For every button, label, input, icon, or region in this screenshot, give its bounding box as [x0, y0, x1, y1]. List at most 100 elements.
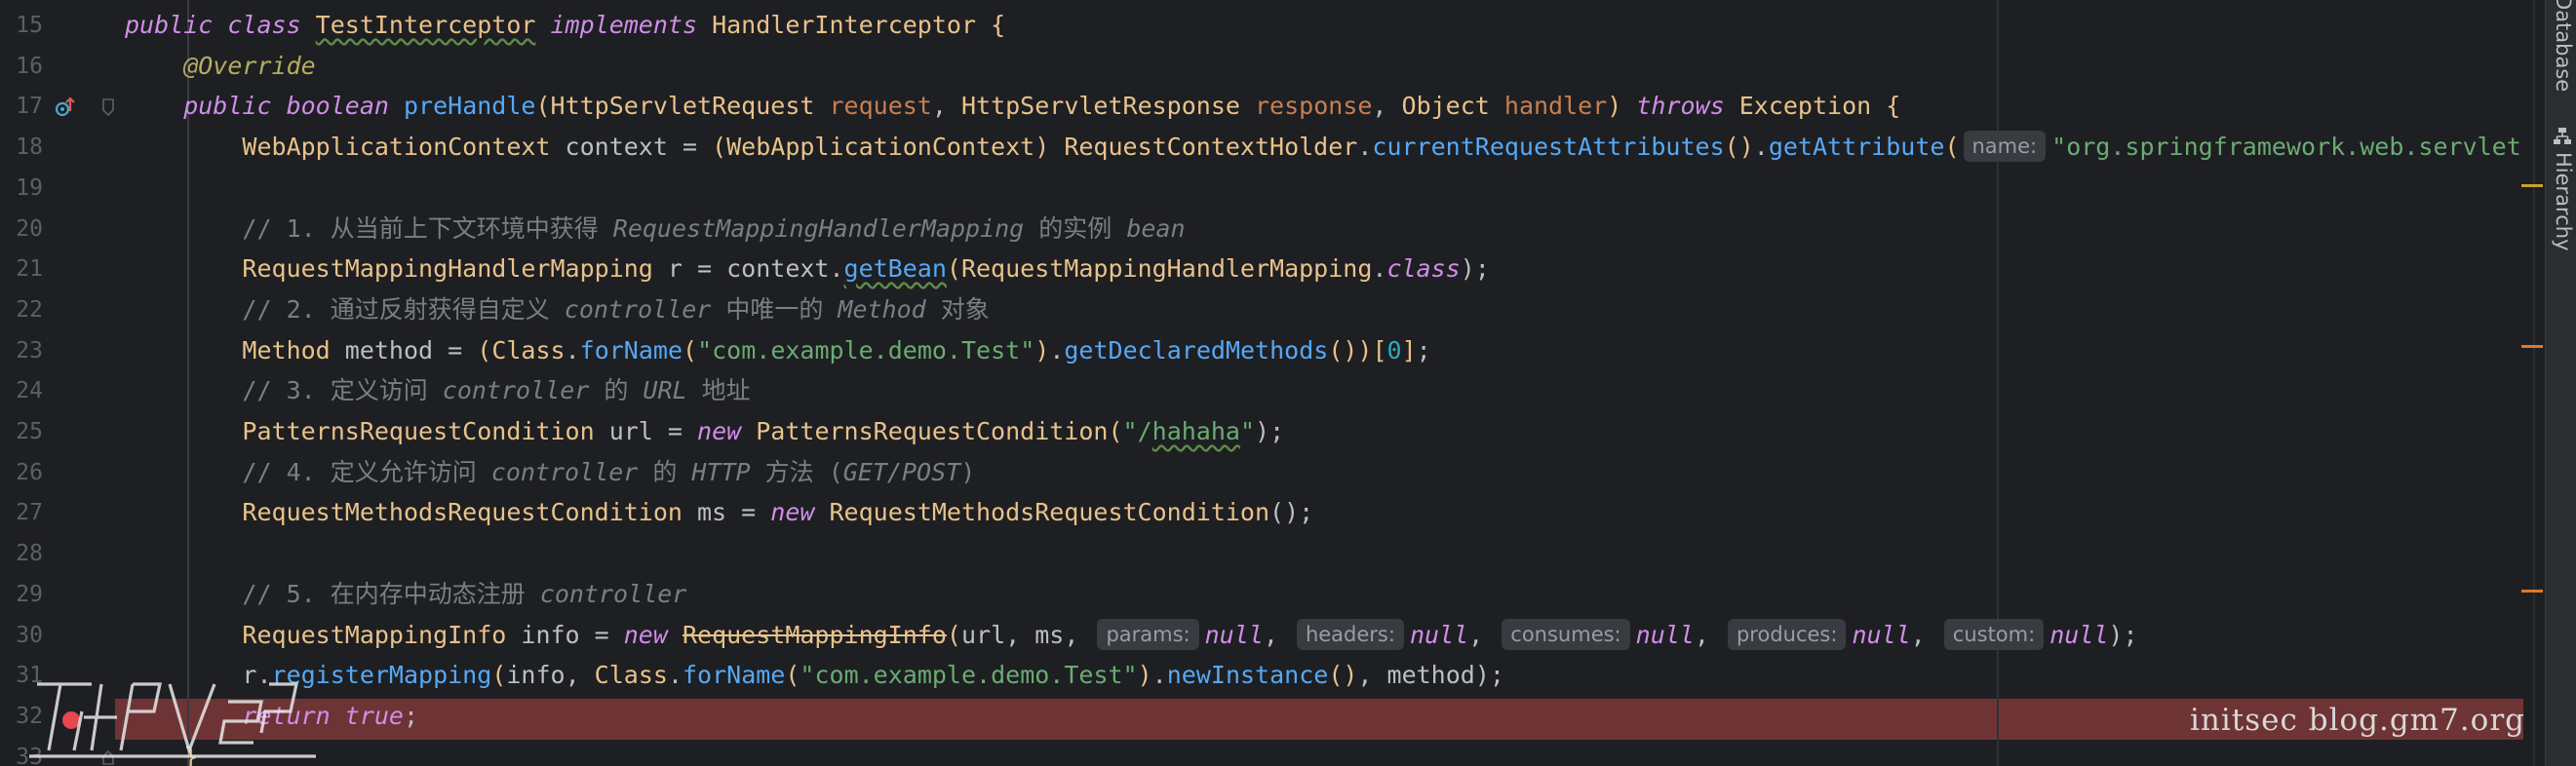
- line-number[interactable]: 19: [0, 168, 43, 209]
- editor-gutter[interactable]: 15 16 17 18 19 20 21 22 23 24 25 26 27 28 29 30 31 32 33: [0, 0, 115, 766]
- line-number[interactable]: 30: [0, 615, 43, 656]
- parameter-name-hint: custom:: [1943, 618, 2045, 650]
- code-token: URL: [643, 376, 687, 405]
- code-line[interactable]: // 4. 定义允许访问 controller 的 HTTP 方法 (GET/P…: [125, 452, 975, 493]
- code-line[interactable]: RequestMappingInfo info = new RequestMap…: [125, 615, 2138, 656]
- line-number[interactable]: 29: [0, 574, 43, 615]
- scroll-mark[interactable]: [2521, 345, 2543, 348]
- code-token: handler: [1503, 92, 1608, 121]
- code-token: null: [1409, 620, 1469, 649]
- code-token: (: [946, 254, 961, 284]
- code-token: .: [667, 661, 683, 690]
- line-number[interactable]: 21: [0, 249, 43, 289]
- code-line[interactable]: @Override: [125, 46, 316, 87]
- line-number[interactable]: 22: [0, 289, 43, 330]
- code-token: // 2. 通过反射获得自定义: [125, 294, 565, 324]
- code-token: .: [1357, 133, 1373, 162]
- code-token: ): [960, 457, 976, 486]
- code-line[interactable]: Method method = (Class.forName("com.exam…: [125, 330, 1430, 371]
- code-token: (): [1328, 661, 1358, 690]
- code-token: Method: [838, 294, 926, 324]
- code-token: controller: [442, 376, 590, 405]
- code-token: ): [1034, 133, 1065, 162]
- code-token: HTTP: [691, 457, 751, 486]
- code-line[interactable]: // 2. 通过反射获得自定义 controller 中唯一的 Method 对…: [125, 289, 989, 330]
- code-token: ,: [1263, 620, 1293, 649]
- code-token: implements: [535, 11, 713, 39]
- code-token: class: [1386, 254, 1461, 284]
- code-token: WebApplicationContext: [125, 133, 566, 162]
- code-token: url, ms,: [960, 620, 1094, 649]
- code-token: response: [1255, 92, 1373, 121]
- scroll-mark[interactable]: [2521, 590, 2543, 593]
- code-token: (: [477, 335, 492, 364]
- code-token: // 5. 在内存中动态注册: [125, 579, 540, 608]
- code-token: preHandle: [403, 92, 536, 121]
- code-token: (: [491, 661, 507, 690]
- code-token: RequestMappingHandlerMapping: [125, 254, 668, 284]
- code-token: info,: [506, 661, 595, 690]
- vertical-scrollbar[interactable]: [2523, 0, 2545, 766]
- code-token: 的: [638, 457, 692, 486]
- code-token: .: [565, 335, 580, 364]
- code-token: getAttribute: [1768, 133, 1945, 162]
- code-area[interactable]: public class TestInterceptor implements …: [125, 0, 2523, 766]
- code-token: );: [1255, 417, 1285, 445]
- line-number[interactable]: 16: [0, 46, 43, 87]
- code-token: , method);: [1357, 661, 1504, 690]
- code-line[interactable]: RequestMappingHandlerMapping r = context…: [125, 249, 1489, 289]
- line-number[interactable]: 28: [0, 533, 43, 574]
- code-line[interactable]: // 3. 定义访问 controller 的 URL 地址: [125, 370, 751, 411]
- code-token: throws: [1636, 92, 1739, 121]
- right-tool-window-bar[interactable]: Database Hierarchy: [2545, 0, 2576, 766]
- code-token: .: [1049, 335, 1065, 364]
- code-token: [: [1372, 335, 1387, 364]
- code-line[interactable]: // 1. 从当前上下文环境中获得 RequestMappingHandlerM…: [125, 209, 1185, 249]
- code-token: ,: [1694, 620, 1724, 649]
- code-token: controller: [490, 457, 639, 486]
- code-token: {: [1886, 92, 1901, 121]
- code-token: Method: [125, 335, 345, 364]
- code-token: TestInterceptor: [315, 11, 536, 39]
- line-number[interactable]: 24: [0, 370, 43, 411]
- code-line[interactable]: WebApplicationContext context = (WebAppl…: [125, 127, 2523, 168]
- line-number[interactable]: 26: [0, 452, 43, 493]
- code-token: ,: [931, 92, 961, 121]
- parameter-name-hint: consumes:: [1502, 618, 1630, 650]
- code-line[interactable]: PatternsRequestCondition url = new Patte…: [125, 411, 1284, 452]
- parameter-name-hint: produces:: [1727, 618, 1847, 650]
- line-number[interactable]: 25: [0, 411, 43, 452]
- tab-hierarchy[interactable]: Hierarchy: [2550, 152, 2575, 251]
- code-token: GET/POST: [842, 457, 961, 486]
- line-number[interactable]: 15: [0, 5, 43, 46]
- code-line[interactable]: // 5. 在内存中动态注册 controller: [125, 574, 686, 615]
- scroll-mark[interactable]: [2521, 184, 2543, 187]
- line-number[interactable]: 17: [0, 86, 43, 127]
- code-token: info =: [521, 620, 624, 649]
- tab-database[interactable]: Database: [2550, 0, 2575, 92]
- code-token: ": [1239, 417, 1256, 445]
- code-token: // 3. 定义访问: [125, 376, 443, 405]
- line-number[interactable]: 18: [0, 127, 43, 168]
- code-editor[interactable]: 15 16 17 18 19 20 21 22 23 24 25 26 27 28 29 30 31 32 33: [0, 0, 2576, 766]
- code-token: RequestContextHolder: [1064, 133, 1358, 162]
- code-token: // 4. 定义允许访问: [125, 457, 491, 486]
- line-number[interactable]: 27: [0, 492, 43, 533]
- code-token: (: [1108, 417, 1123, 445]
- code-token: null: [1204, 620, 1264, 649]
- code-line[interactable]: RequestMethodsRequestCondition ms = new …: [125, 492, 1313, 533]
- line-number[interactable]: 23: [0, 330, 43, 371]
- code-token: 地址: [686, 376, 751, 405]
- code-token: PatternsRequestCondition: [125, 417, 609, 445]
- override-implement-icon[interactable]: [53, 95, 78, 120]
- code-token: new: [770, 498, 830, 527]
- code-token: .: [1151, 661, 1167, 690]
- code-token: ()): [1328, 335, 1373, 364]
- code-token: @Override: [125, 51, 316, 80]
- fold-marker-icon[interactable]: [101, 97, 115, 117]
- code-token: Exception: [1738, 92, 1887, 121]
- code-token: ms =: [697, 498, 771, 527]
- code-line[interactable]: public class TestInterceptor implements …: [125, 5, 1005, 46]
- line-number[interactable]: 20: [0, 209, 43, 249]
- code-line[interactable]: public boolean preHandle(HttpServletRequ…: [125, 86, 1900, 127]
